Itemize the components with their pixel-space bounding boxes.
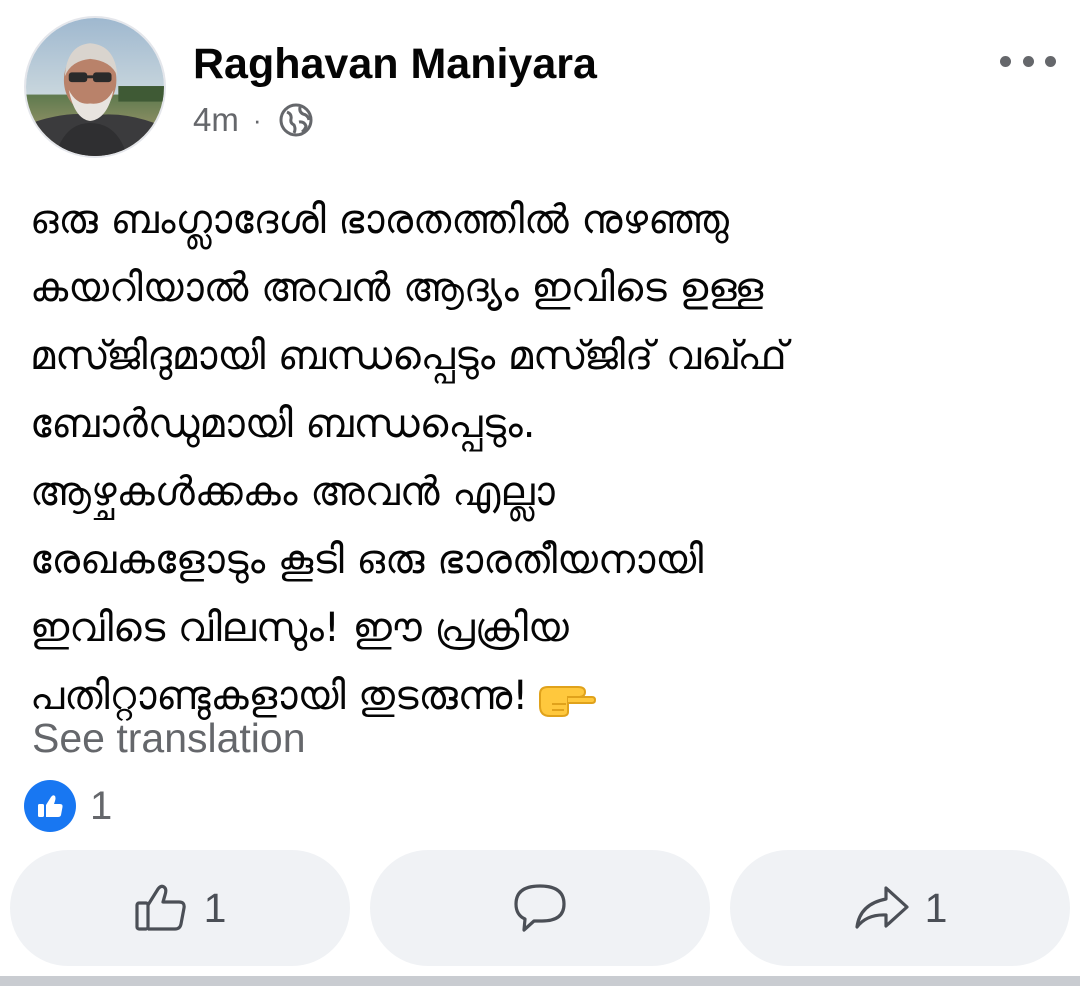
reaction-summary[interactable]: 1 [24,780,112,832]
post-text-line: മസ്ജിദുമായി ബന്ധപ്പെടും മസ്ജിദ് വഖ്ഫ് [30,333,787,379]
post-meta: 4m · [193,98,314,142]
like-badge-icon [24,780,76,832]
more-dot [1000,55,1011,67]
post-text-line: ഒരു ബംഗ്ലാദേശി ഭാരതത്തിൽ നുഴഞ്ഞു [30,197,729,243]
thumbs-up-icon [134,884,186,931]
feed-divider [0,976,1080,986]
reaction-count: 1 [90,783,113,828]
avatar-photo [26,18,164,156]
post-timestamp[interactable]: 4m [193,101,239,139]
see-translation-link[interactable]: See translation [32,712,306,764]
meta-separator: · [252,104,262,135]
action-bar: 1 1 [10,850,1070,966]
comment-button[interactable] [370,850,710,966]
pointing-right-hand-emoji [539,686,597,717]
post-text-line: രേഖകളോടും കൂടി ഒരു ഭാരതീയനായി [30,537,704,583]
more-dot [1022,55,1034,67]
author-avatar[interactable] [24,16,166,158]
post-text: ഒരു ബംഗ്ലാദേശി ഭാരതത്തിൽ നുഴഞ്ഞു കയറിയാൽ… [30,186,1060,730]
more-dot [1045,55,1056,67]
share-button[interactable]: 1 [730,850,1070,966]
comment-icon [514,884,566,932]
like-count: 1 [203,884,227,931]
author-name[interactable]: Raghavan Maniyara [193,38,597,90]
like-button[interactable]: 1 [10,850,350,966]
share-count: 1 [924,884,948,931]
facebook-post: Raghavan Maniyara 4m · ഒരു ബംഗ്ലാദേശി ഭാ… [0,0,1080,986]
share-arrow-icon [854,886,909,929]
post-text-line: ബോർഡുമായി ബന്ധപ്പെടും. [30,401,536,447]
post-text-line: കയറിയാൽ അവൻ ആദ്യം ഇവിടെ ഉള്ള [30,265,764,311]
globe-icon[interactable] [278,102,314,138]
post-text-line: ആഴ്ചകൾക്കകം അവൻ എല്ലാ [30,469,555,515]
more-options-icon[interactable] [1000,46,1056,76]
post-text-line: ഇവിടെ വിലസും! ഈ പ്രക്രിയ [30,605,569,651]
